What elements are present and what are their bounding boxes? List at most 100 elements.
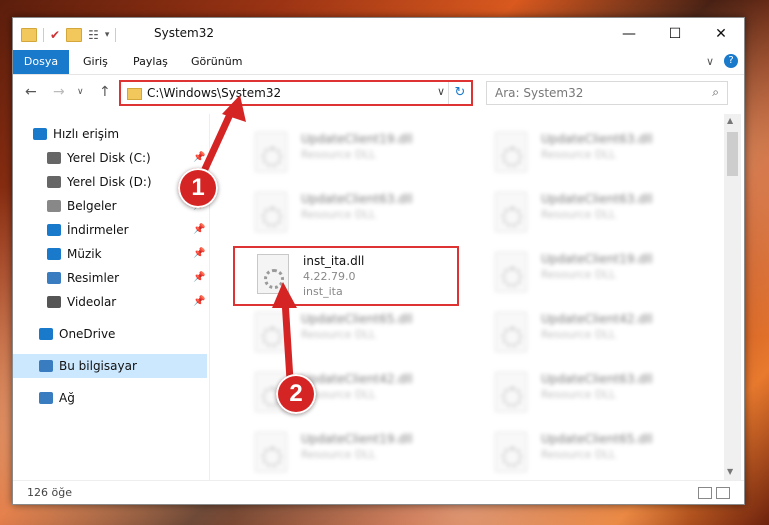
pane-divider[interactable] <box>209 114 210 480</box>
sidebar-item[interactable]: Hızlı erişim <box>13 122 207 146</box>
navigation-pane: Hızlı erişim Yerel Disk (C:) 📌 Yerel Disk (… <box>13 114 209 480</box>
ribbon-tabs: Dosya Giriş Paylaş Görünüm ∨ ? <box>13 50 744 75</box>
folder-icon <box>21 28 37 42</box>
file-name: UpdateClient42.dll <box>301 372 413 386</box>
sidebar-item-label: Ağ <box>59 391 75 405</box>
file-item[interactable]: UpdateClient19.dll Resource DLL <box>233 126 463 184</box>
dll-file-icon <box>255 192 287 232</box>
file-item[interactable]: inst_ita.dll 4.22.79.0 inst_ita <box>233 246 459 306</box>
file-item[interactable]: UpdateClient63.dll Resource DLL <box>233 186 463 244</box>
sidebar-item[interactable]: Belgeler📌 <box>13 194 207 218</box>
recent-locations-icon[interactable]: ∨ <box>77 87 84 97</box>
star-icon <box>33 128 47 140</box>
file-name: UpdateClient42.dll <box>541 312 653 326</box>
maximize-button[interactable]: ☐ <box>652 18 698 50</box>
file-item[interactable]: UpdateClient63.dll Resource DLL <box>473 186 703 244</box>
help-icon[interactable]: ? <box>724 54 738 68</box>
new-folder-icon[interactable] <box>66 28 83 42</box>
item-count: 126 öğe <box>27 486 72 499</box>
file-extra: inst_ita <box>303 285 343 298</box>
dll-file-icon <box>495 432 527 472</box>
pin-icon[interactable]: 📌 <box>193 146 205 170</box>
dll-file-icon <box>257 254 289 294</box>
close-button[interactable]: ✕ <box>698 18 744 50</box>
dll-file-icon <box>255 132 287 172</box>
sidebar-item-label: OneDrive <box>59 327 116 341</box>
file-explorer-window: ✔ ☷ ▾ System32 — ☐ ✕ Dosya Giriş Paylaş … <box>12 17 745 505</box>
file-name: UpdateClient65.dll <box>541 432 653 446</box>
file-item[interactable]: UpdateClient65.dll Resource DLL <box>233 306 463 364</box>
callout-1: 1 <box>178 168 218 208</box>
back-arrow-icon[interactable]: ← <box>25 84 37 100</box>
callout-2: 2 <box>276 374 316 414</box>
details-view-icon[interactable] <box>698 487 712 499</box>
up-arrow-icon[interactable]: ↑ <box>99 84 111 100</box>
search-box[interactable]: Ara: System32 ⌕ <box>486 81 728 105</box>
sidebar-item-label: Yerel Disk (C:) <box>67 151 151 165</box>
dll-file-icon <box>255 312 287 352</box>
download-icon <box>47 224 61 236</box>
file-item[interactable]: UpdateClient42.dll Resource DLL <box>233 366 463 424</box>
view-options-icon[interactable]: ☷ <box>88 28 99 42</box>
minimize-button[interactable]: — <box>606 18 652 50</box>
folder-icon <box>127 88 142 100</box>
properties-icon[interactable]: ✔ <box>50 28 60 42</box>
file-item[interactable]: UpdateClient65.dll Resource DLL <box>473 426 703 480</box>
file-name: inst_ita.dll <box>303 254 365 268</box>
sidebar-item[interactable]: Bu bilgisayar <box>13 354 207 378</box>
computer-icon <box>39 360 53 372</box>
sidebar-item[interactable]: Müzik 📌 <box>13 242 207 266</box>
sidebar-item[interactable]: OneDrive <box>13 322 207 346</box>
refresh-icon[interactable]: ↻ <box>448 82 471 104</box>
sidebar-item[interactable]: İndirmeler 📌 <box>13 218 207 242</box>
large-icons-view-icon[interactable] <box>716 487 730 499</box>
chevron-down-icon[interactable]: ∨ <box>437 85 445 98</box>
toolbar-separator <box>43 28 44 42</box>
customize-toolbar-icon[interactable]: ▾ <box>105 30 110 40</box>
vertical-scrollbar[interactable]: ▲ ▼ <box>724 114 741 480</box>
tab-view[interactable]: Görünüm <box>191 50 242 74</box>
forward-arrow-icon[interactable]: → <box>53 84 65 100</box>
dll-file-icon <box>495 312 527 352</box>
sidebar-item[interactable]: Yerel Disk (C:) 📌 <box>13 146 207 170</box>
file-description: Resource DLL <box>301 208 376 221</box>
sidebar-item-label: İndirmeler <box>67 223 129 237</box>
address-path[interactable]: C:\Windows\System32 <box>147 86 281 100</box>
dll-file-icon <box>495 252 527 292</box>
file-item[interactable]: UpdateClient42.dll Resource DLL <box>473 306 703 364</box>
tab-file[interactable]: Dosya <box>13 50 69 74</box>
pin-icon[interactable]: 📌 <box>193 242 205 266</box>
address-bar[interactable]: C:\Windows\System32 ∨ ↻ <box>119 80 473 106</box>
scroll-up-icon[interactable]: ▲ <box>727 116 733 125</box>
drive-icon <box>47 176 61 188</box>
pin-icon[interactable]: 📌 <box>193 266 205 290</box>
scrollbar-thumb[interactable] <box>727 132 738 176</box>
network-icon <box>39 392 53 404</box>
search-input[interactable]: Ara: System32 <box>495 86 583 100</box>
file-description: Resource DLL <box>541 148 616 161</box>
file-item[interactable]: UpdateClient63.dll Resource DLL <box>473 126 703 184</box>
file-name: UpdateClient63.dll <box>541 132 653 146</box>
pin-icon[interactable]: 📌 <box>193 290 205 314</box>
pin-icon[interactable]: 📌 <box>193 218 205 242</box>
file-item[interactable]: UpdateClient19.dll Resource DLL <box>233 426 463 480</box>
sidebar-item[interactable]: Videolar 📌 <box>13 290 207 314</box>
scroll-down-icon[interactable]: ▼ <box>727 467 733 476</box>
file-name: UpdateClient63.dll <box>301 192 413 206</box>
file-item[interactable]: UpdateClient63.dll Resource DLL <box>473 366 703 424</box>
sidebar-item-label: Müzik <box>67 247 102 261</box>
file-description: Resource DLL <box>541 388 616 401</box>
title-bar: ✔ ☷ ▾ System32 — ☐ ✕ <box>13 18 744 50</box>
file-item[interactable]: UpdateClient19.dll Resource DLL <box>473 246 703 304</box>
sidebar-item-label: Hızlı erişim <box>53 127 120 141</box>
file-name: UpdateClient63.dll <box>541 372 653 386</box>
file-description: 4.22.79.0 <box>303 270 356 283</box>
ribbon-expand-icon[interactable]: ∨ <box>706 55 714 68</box>
tab-home[interactable]: Giriş <box>83 50 108 74</box>
navigation-bar: ← → ∨ ↑ C:\Windows\System32 ∨ ↻ Ara: Sys… <box>13 75 744 111</box>
sidebar-item[interactable]: Ağ <box>13 386 207 410</box>
window-title: System32 <box>154 26 215 40</box>
quick-access-toolbar: ✔ ☷ ▾ <box>21 26 117 44</box>
tab-share[interactable]: Paylaş <box>133 50 168 74</box>
sidebar-item[interactable]: Resimler 📌 <box>13 266 207 290</box>
